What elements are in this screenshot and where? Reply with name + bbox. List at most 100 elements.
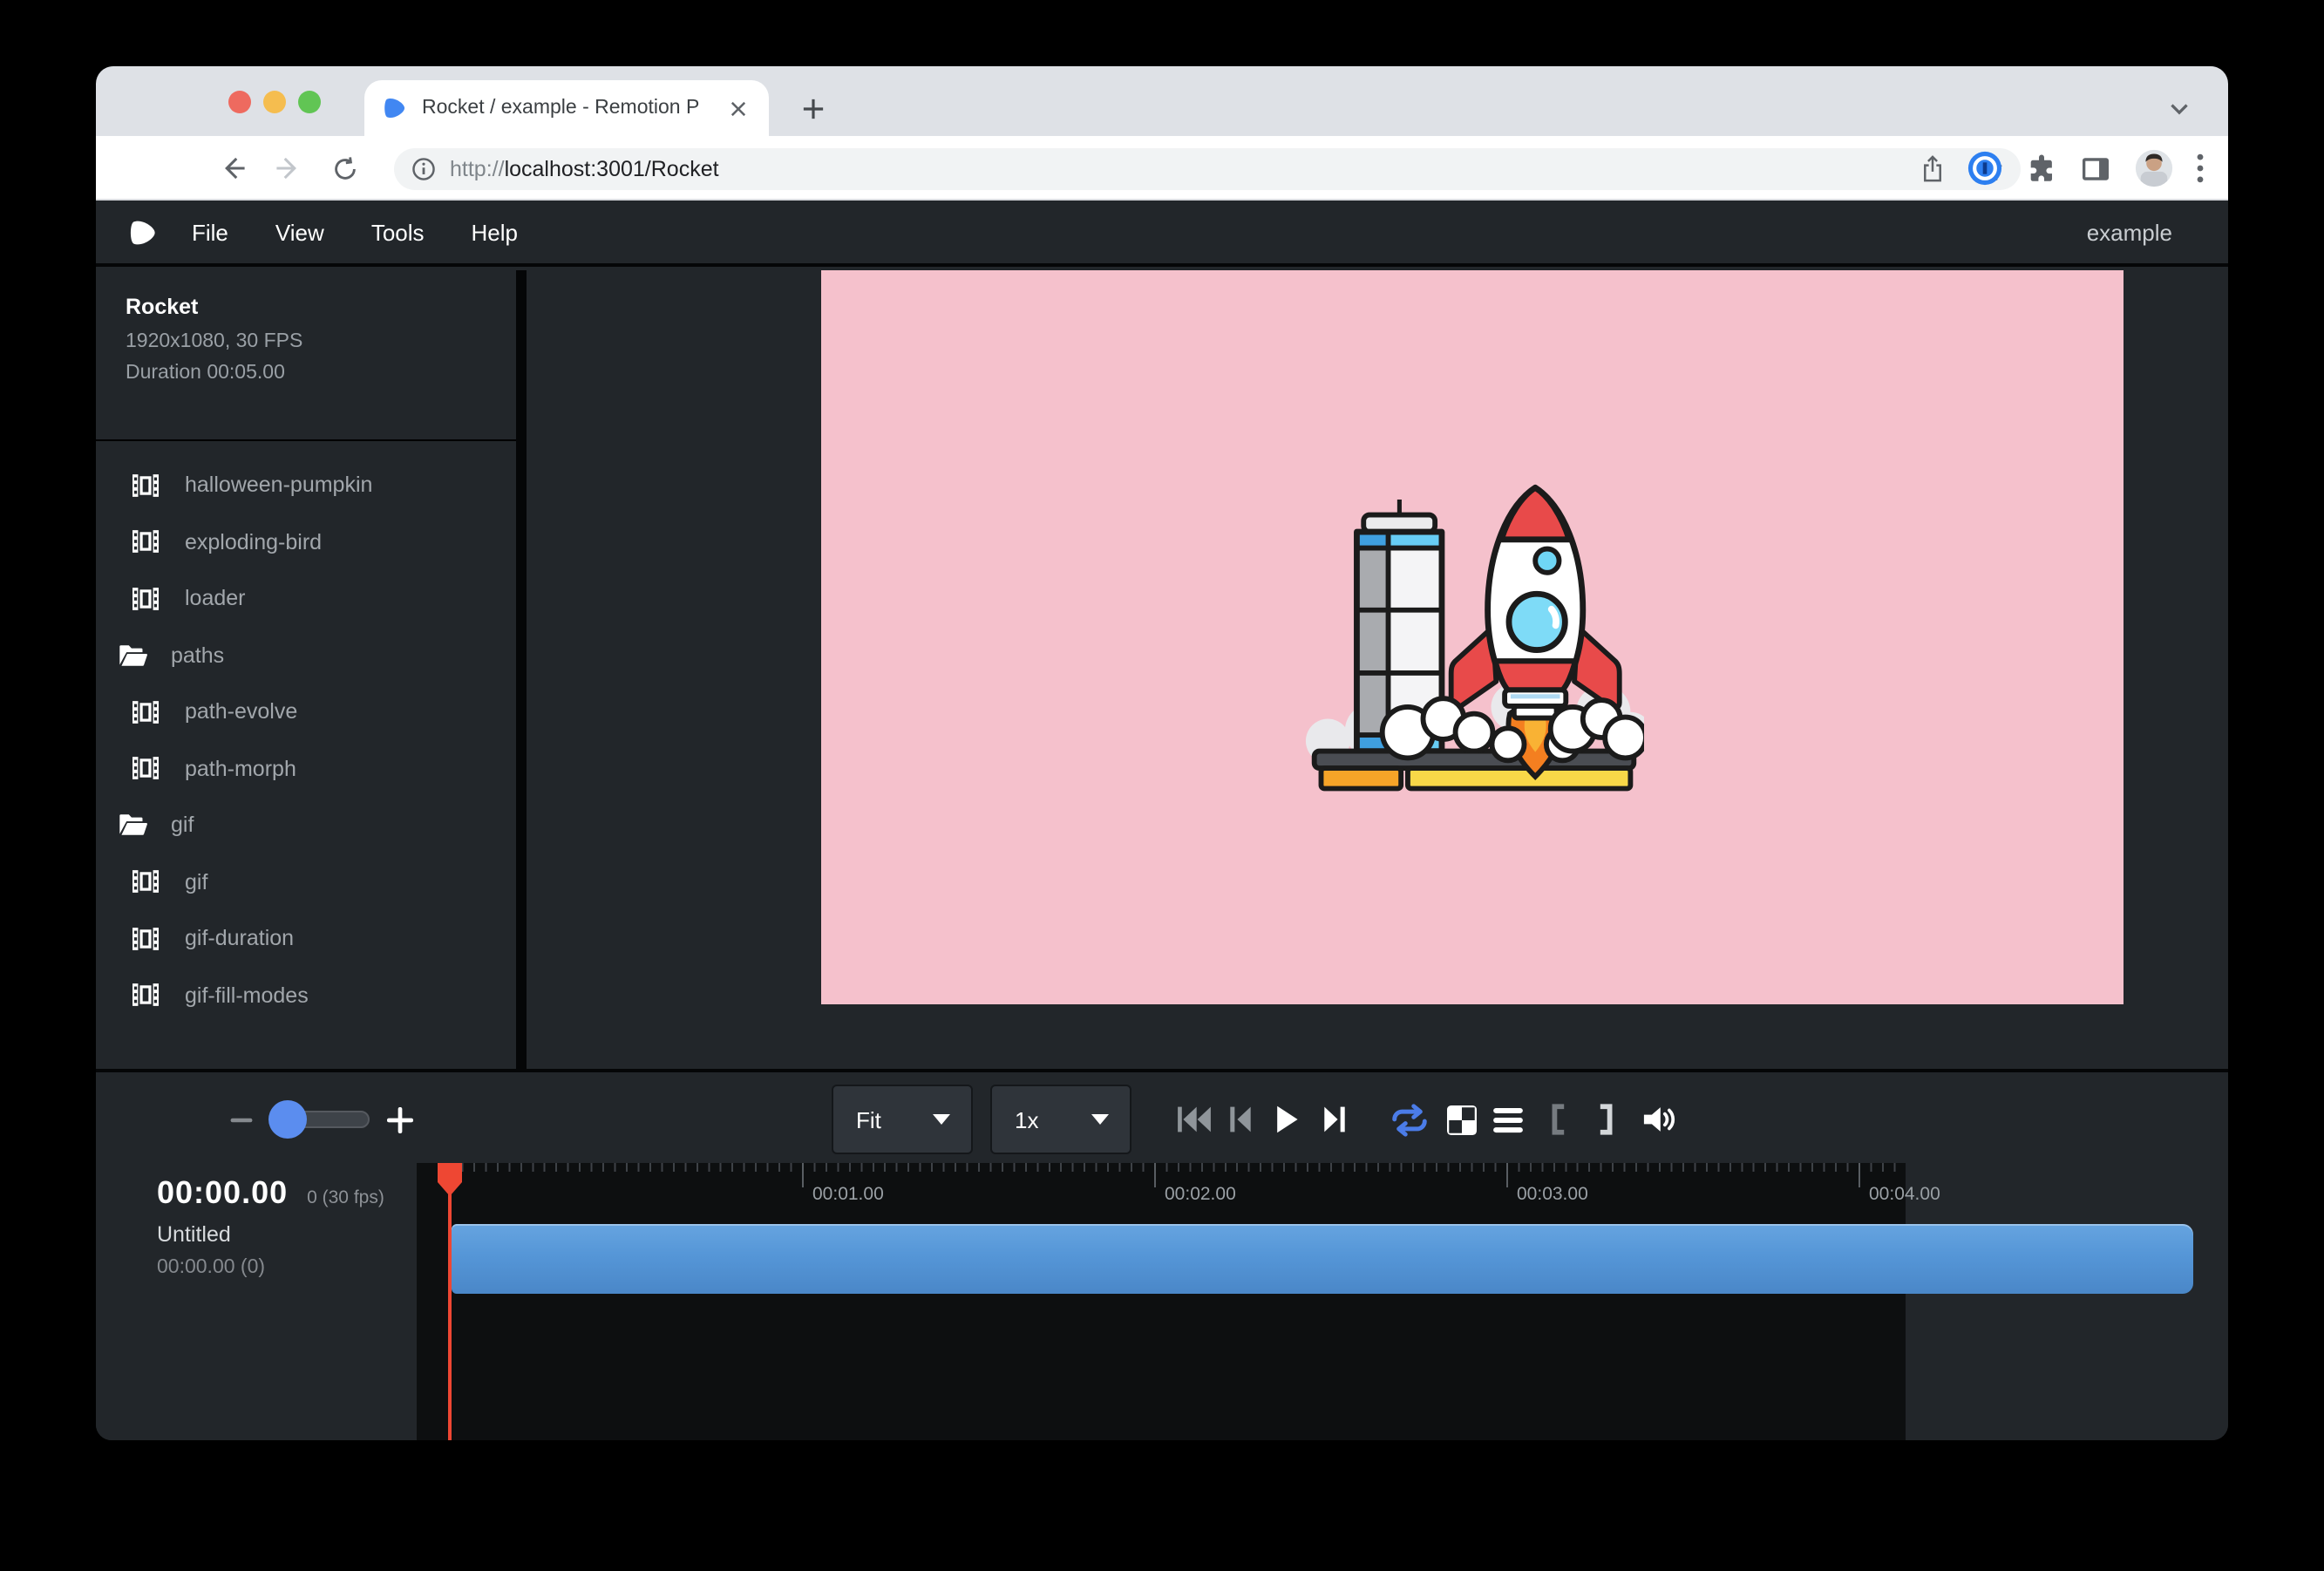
share-icon[interactable]	[1920, 154, 1946, 182]
play-button[interactable]	[1264, 1097, 1309, 1142]
composition-list-item[interactable]: gif	[96, 854, 516, 910]
zoom-out-button[interactable]	[220, 1098, 262, 1140]
desktop: Rocket / example - Remotion P	[0, 0, 2324, 1571]
browser-tab[interactable]: Rocket / example - Remotion P	[364, 80, 769, 136]
playback-speed-value: 1x	[1015, 1106, 1038, 1132]
window-minimize-button[interactable]	[263, 90, 286, 112]
out-point-bracket-icon[interactable]	[1581, 1095, 1630, 1144]
composition-label: exploding-bird	[185, 530, 322, 554]
film-icon	[133, 984, 169, 1007]
composition-label: gif-duration	[185, 927, 294, 951]
zoom-in-button[interactable]	[378, 1098, 420, 1140]
canvas-size-select[interactable]: Fit	[832, 1085, 973, 1154]
skip-to-start-button[interactable]	[1172, 1097, 1217, 1142]
chevron-down-icon	[1091, 1114, 1109, 1125]
composition-label: path-evolve	[185, 700, 297, 724]
ruler-second-tick	[1859, 1163, 1860, 1187]
ruler-second-tick	[1154, 1163, 1156, 1187]
canvas-size-value: Fit	[856, 1106, 881, 1132]
composition-duration: Duration 00:05.00	[126, 363, 516, 384]
composition-list: halloween-pumpkin	[96, 441, 516, 1024]
window-zoom-button[interactable]	[298, 90, 321, 112]
film-icon	[133, 871, 169, 894]
film-icon	[133, 531, 169, 554]
menu-help[interactable]: Help	[472, 220, 519, 246]
composition-list-item[interactable]: gif	[96, 797, 516, 854]
composition-title: Rocket	[126, 295, 516, 319]
address-bar[interactable]: http://localhost:3001/Rocket	[394, 147, 2021, 189]
reload-button[interactable]	[323, 146, 366, 190]
preview-area	[527, 270, 2228, 1069]
playhead-line[interactable]	[448, 1163, 452, 1440]
timeline-zoom-slider[interactable]	[270, 1111, 370, 1128]
film-icon	[133, 588, 169, 610]
tab-close-icon[interactable]	[724, 94, 751, 122]
ruler-second-tick	[1506, 1163, 1508, 1187]
film-icon	[133, 474, 169, 497]
remotion-favicon	[382, 96, 406, 120]
tab-title: Rocket / example - Remotion P	[422, 98, 724, 119]
current-frame-display: 0 (30 fps)	[307, 1187, 384, 1208]
url-text: http://localhost:3001/Rocket	[450, 156, 1920, 180]
ruler-second-label: 00:03.00	[1517, 1184, 1588, 1205]
compositions-sidebar: Rocket 1920x1080, 30 FPS Duration 00:05.…	[96, 270, 516, 1069]
extensions-puzzle-icon[interactable]	[2026, 153, 2057, 184]
menu-file[interactable]: File	[192, 220, 228, 246]
composition-list-item[interactable]: path-evolve	[96, 683, 516, 740]
rocket-illustration	[1304, 466, 1644, 806]
zoom-slider-knob[interactable]	[268, 1100, 307, 1139]
browser-toolbar: http://localhost:3001/Rocket	[96, 136, 2228, 201]
timeline-track-area[interactable]: 00:01.00 00:02.00 00:03.00 00:04.00	[417, 1163, 1906, 1440]
in-point-bracket-icon[interactable]	[1532, 1095, 1581, 1144]
loop-toggle-icon[interactable]	[1384, 1095, 1433, 1144]
composition-list-item[interactable]: halloween-pumpkin	[96, 457, 516, 513]
menu-tools[interactable]: Tools	[371, 220, 425, 246]
playhead-handle[interactable]	[438, 1163, 462, 1196]
composition-label: paths	[171, 643, 224, 668]
folder-open-icon	[119, 643, 155, 668]
playback-speed-select[interactable]: 1x	[990, 1085, 1131, 1154]
timeline-track-bar[interactable]	[452, 1224, 2193, 1294]
volume-icon[interactable]	[1634, 1095, 1682, 1144]
chevron-down-icon	[933, 1114, 950, 1125]
back-button[interactable]	[211, 146, 255, 190]
skip-to-end-button[interactable]	[1311, 1097, 1356, 1142]
ruler-second-label: 00:04.00	[1869, 1184, 1940, 1205]
composition-list-item[interactable]: gif-fill-modes	[96, 967, 516, 1024]
info-icon[interactable]	[411, 156, 436, 180]
ruler-second-label: 00:01.00	[812, 1184, 884, 1205]
previous-frame-button[interactable]	[1217, 1097, 1262, 1142]
profile-avatar[interactable]	[2134, 148, 2174, 188]
window-close-button[interactable]	[228, 90, 251, 112]
transparency-checkerboard-icon[interactable]	[1437, 1095, 1485, 1144]
menu-view[interactable]: View	[275, 220, 324, 246]
frame-ticks	[450, 1163, 1897, 1172]
folder-open-icon	[119, 813, 155, 838]
composition-list-item[interactable]: path-morph	[96, 740, 516, 797]
composition-list-item[interactable]: gif-duration	[96, 910, 516, 967]
timeline-info-panel: 00:00.00 0 (30 fps) Untitled 00:00.00 (0…	[96, 1163, 417, 1440]
composition-label: gif	[185, 870, 207, 894]
film-icon	[133, 701, 169, 724]
composition-list-item[interactable]: exploding-bird	[96, 513, 516, 570]
composition-label: gif-fill-modes	[185, 983, 309, 1008]
new-tab-button[interactable]	[792, 87, 833, 129]
composition-list-item[interactable]: paths	[96, 627, 516, 683]
remotion-logo-icon[interactable]	[127, 218, 157, 248]
browser-window: Rocket / example - Remotion P	[96, 66, 2228, 1440]
video-canvas[interactable]	[821, 270, 2124, 1004]
sidebar-resize-handle[interactable]	[516, 270, 527, 1069]
browser-menu-dots-icon[interactable]	[2197, 153, 2204, 183]
composition-label: halloween-pumpkin	[185, 473, 372, 498]
project-name-label: example	[2087, 220, 2172, 246]
composition-list-item[interactable]: loader	[96, 570, 516, 627]
side-panel-icon[interactable]	[2080, 153, 2111, 184]
tab-search-chevron-icon[interactable]	[2158, 87, 2200, 129]
composition-info: Rocket 1920x1080, 30 FPS Duration 00:05.…	[96, 270, 516, 441]
composition-label: path-morph	[185, 757, 296, 781]
timeline-rows-icon[interactable]	[1484, 1095, 1532, 1144]
forward-button[interactable]	[267, 146, 310, 190]
timeline-panel: 00:00.00 0 (30 fps) Untitled 00:00.00 (0…	[96, 1163, 2228, 1440]
current-time-display: 00:00.00	[157, 1175, 288, 1212]
password-manager-extension-icon[interactable]	[1967, 150, 2003, 187]
